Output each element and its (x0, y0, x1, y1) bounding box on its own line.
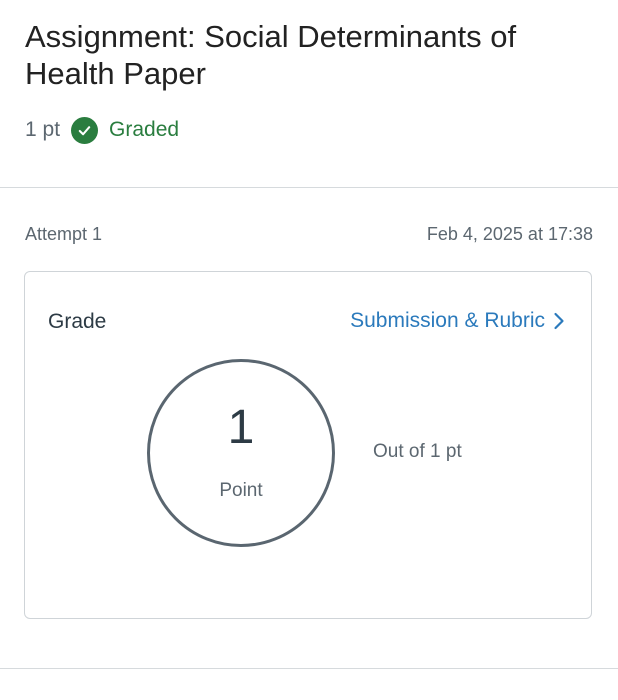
submission-rubric-link[interactable]: Submission & Rubric (350, 309, 565, 333)
section-divider (0, 187, 618, 188)
assignment-meta: 1 pt Graded (25, 115, 179, 145)
grade-card: Grade Submission & Rubric 1 Point Out of… (24, 271, 592, 619)
chevron-right-icon (553, 312, 565, 330)
assignment-details-page: Assignment: Social Determinants of Healt… (0, 0, 618, 700)
attempt-label: Attempt 1 (25, 224, 103, 244)
score-circle: 1 Point (147, 359, 335, 547)
points-label: 1 pt (25, 118, 61, 141)
attempt-date: Feb 4, 2025 at 17:38 (426, 224, 593, 244)
out-of-label: Out of 1 pt (373, 441, 462, 462)
score-value: 1 (227, 401, 255, 454)
submission-rubric-label: Submission & Rubric (350, 309, 545, 332)
assignment-title: Assignment: Social Determinants of Healt… (25, 19, 517, 91)
graded-status: Graded (109, 118, 180, 141)
attempt-row: Attempt 1 Feb 4, 2025 at 17:38 (25, 224, 593, 245)
grade-heading: Grade (48, 310, 107, 333)
bottom-divider (0, 668, 618, 669)
check-circle-icon (71, 116, 99, 144)
score-unit: Point (219, 480, 263, 501)
